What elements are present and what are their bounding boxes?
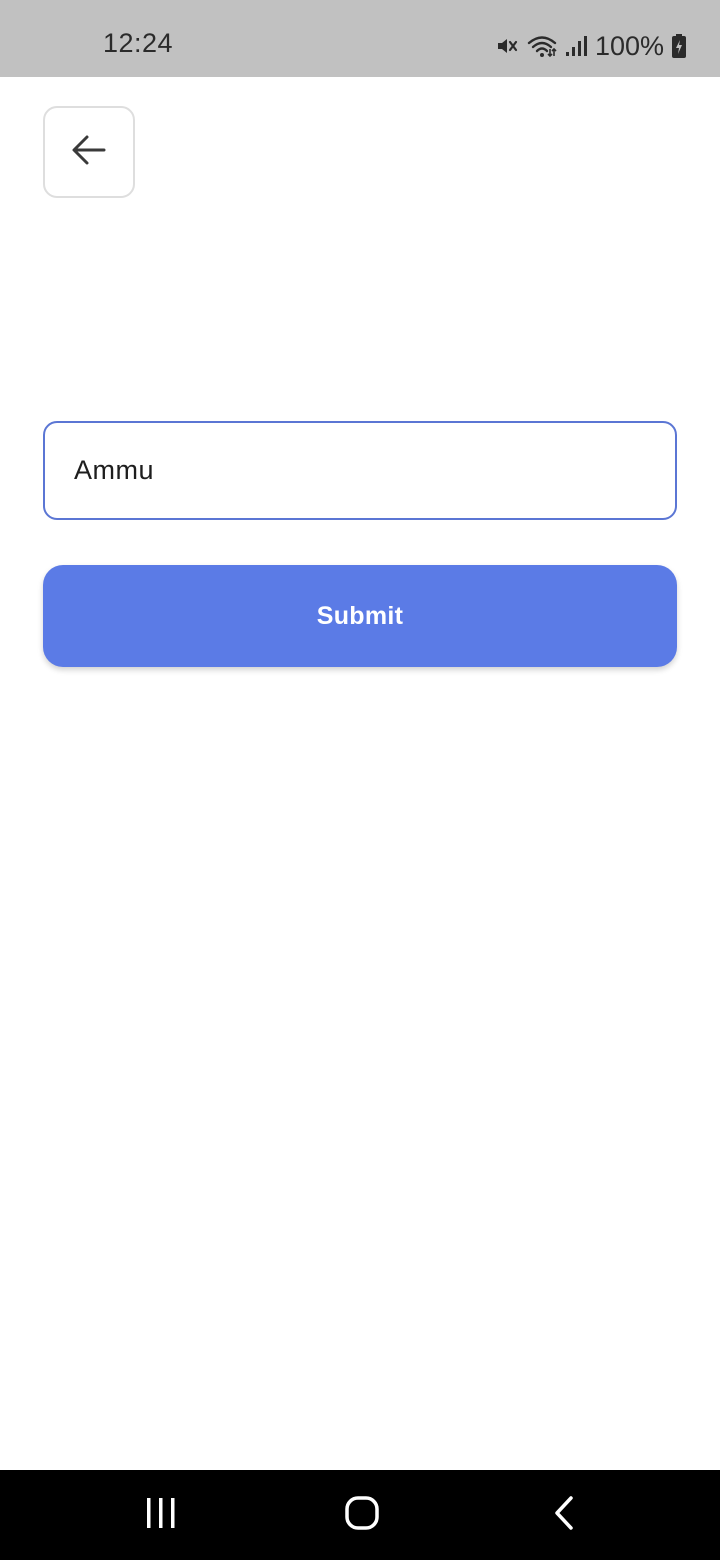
- name-input[interactable]: [74, 423, 654, 518]
- status-bar: 12:24 100%: [0, 0, 720, 77]
- screen: 12:24 100% Ammu Submit: [0, 0, 720, 1560]
- battery-icon: [672, 34, 686, 58]
- home-icon: [344, 1495, 380, 1536]
- back-button[interactable]: [43, 106, 135, 198]
- status-time: 12:24: [103, 28, 174, 58]
- recents-icon: [144, 1496, 178, 1535]
- status-icons: 100%: [495, 30, 686, 62]
- name-input-container: [43, 421, 677, 520]
- wifi-icon: [527, 34, 557, 58]
- mute-icon: [495, 34, 519, 58]
- submit-button[interactable]: Submit: [43, 565, 677, 667]
- submit-label: Submit: [316, 601, 404, 630]
- home-button[interactable]: [302, 1470, 422, 1560]
- battery-percent: 100%: [594, 31, 664, 61]
- signal-icon: [565, 35, 587, 57]
- system-back-button[interactable]: [504, 1470, 624, 1560]
- navigation-bar: [0, 1470, 720, 1560]
- arrow-left-icon: [71, 134, 107, 171]
- back-chevron-icon: [552, 1495, 576, 1536]
- recents-button[interactable]: [101, 1470, 221, 1560]
